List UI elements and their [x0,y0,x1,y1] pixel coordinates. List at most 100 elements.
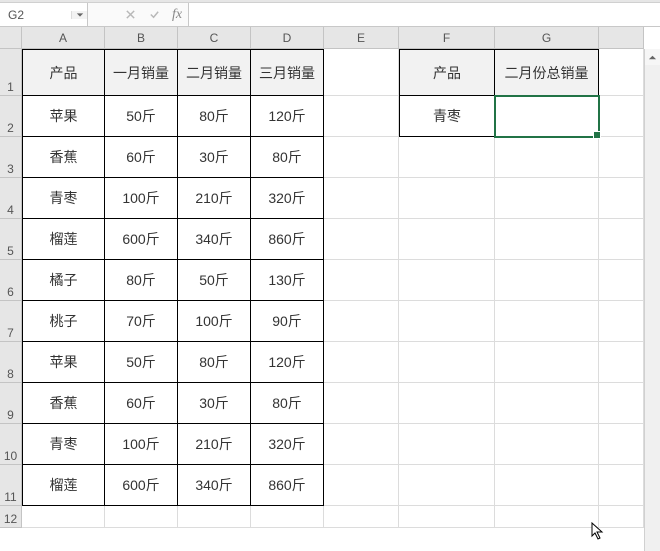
left-table-cell[interactable]: 香蕉 [22,137,105,178]
selected-cell[interactable] [495,96,599,137]
left-table-cell[interactable]: 苹果 [22,342,105,383]
cell[interactable] [599,96,644,137]
left-table-cell[interactable]: 320斤 [251,178,324,219]
left-table-cell[interactable]: 860斤 [251,219,324,260]
left-table-cell[interactable]: 桃子 [22,301,105,342]
cell[interactable] [324,506,399,528]
cell[interactable] [251,506,324,528]
cell[interactable] [495,260,599,301]
column-header[interactable]: C [178,27,251,49]
left-table-cell[interactable]: 70斤 [105,301,178,342]
cell[interactable] [324,301,399,342]
right-table-cell[interactable]: 青枣 [399,96,495,137]
left-table-cell[interactable]: 90斤 [251,301,324,342]
left-table-header[interactable]: 产品 [22,49,105,96]
cell[interactable] [495,178,599,219]
left-table-cell[interactable]: 50斤 [105,96,178,137]
left-table-cell[interactable]: 600斤 [105,465,178,506]
name-box[interactable]: G2 [0,3,88,26]
right-table-header[interactable]: 二月份总销量 [495,49,599,96]
cell[interactable] [324,260,399,301]
vertical-scrollbar[interactable] [644,49,660,551]
left-table-cell[interactable]: 80斤 [178,96,251,137]
left-table-cell[interactable]: 130斤 [251,260,324,301]
left-table-cell[interactable]: 600斤 [105,219,178,260]
column-header[interactable]: A [22,27,105,49]
fx-label[interactable]: fx [166,7,188,23]
cell[interactable] [22,506,105,528]
column-header[interactable]: D [251,27,324,49]
cell[interactable] [399,219,495,260]
left-table-cell[interactable]: 320斤 [251,424,324,465]
column-header[interactable]: F [399,27,495,49]
cell[interactable] [178,506,251,528]
name-box-dropdown[interactable] [71,11,87,19]
row-header[interactable]: 6 [0,260,22,301]
left-table-cell[interactable]: 210斤 [178,178,251,219]
left-table-header[interactable]: 一月销量 [105,49,178,96]
cell[interactable] [599,383,644,424]
left-table-header[interactable]: 三月销量 [251,49,324,96]
cell[interactable] [324,383,399,424]
cell[interactable] [105,506,178,528]
cell[interactable] [324,96,399,137]
cell[interactable] [399,301,495,342]
left-table-cell[interactable]: 青枣 [22,178,105,219]
cell[interactable] [599,465,644,506]
left-table-cell[interactable]: 340斤 [178,465,251,506]
row-header[interactable]: 5 [0,219,22,260]
column-header[interactable]: G [495,27,599,49]
row-header[interactable]: 2 [0,96,22,137]
select-all-corner[interactable] [0,27,22,49]
cell[interactable] [495,301,599,342]
right-table-header[interactable]: 产品 [399,49,495,96]
left-table-cell[interactable]: 100斤 [178,301,251,342]
cell[interactable] [599,137,644,178]
left-table-cell[interactable]: 100斤 [105,178,178,219]
cell[interactable] [599,342,644,383]
cell[interactable] [495,465,599,506]
cell[interactable] [399,465,495,506]
row-header[interactable]: 1 [0,49,22,96]
left-table-cell[interactable]: 榴莲 [22,219,105,260]
cell[interactable] [399,424,495,465]
row-header[interactable]: 11 [0,465,22,506]
column-header[interactable]: B [105,27,178,49]
cell[interactable] [324,342,399,383]
cell[interactable] [324,49,399,96]
left-table-cell[interactable]: 80斤 [178,342,251,383]
cell[interactable] [324,465,399,506]
cell[interactable] [324,219,399,260]
left-table-cell[interactable]: 80斤 [251,137,324,178]
row-header[interactable]: 8 [0,342,22,383]
row-header[interactable]: 4 [0,178,22,219]
left-table-cell[interactable]: 340斤 [178,219,251,260]
left-table-cell[interactable]: 30斤 [178,383,251,424]
left-table-cell[interactable]: 60斤 [105,383,178,424]
cell[interactable] [495,383,599,424]
left-table-cell[interactable]: 120斤 [251,96,324,137]
left-table-cell[interactable]: 青枣 [22,424,105,465]
left-table-cell[interactable]: 香蕉 [22,383,105,424]
cell[interactable] [599,424,644,465]
left-table-cell[interactable]: 860斤 [251,465,324,506]
cell[interactable] [399,506,495,528]
cell[interactable] [324,137,399,178]
cell[interactable] [399,260,495,301]
left-table-cell[interactable]: 榴莲 [22,465,105,506]
cell[interactable] [399,383,495,424]
cell[interactable] [495,219,599,260]
cell[interactable] [495,424,599,465]
cell[interactable] [399,342,495,383]
formula-cancel-button[interactable] [118,9,142,20]
cell[interactable] [599,506,644,528]
left-table-cell[interactable]: 210斤 [178,424,251,465]
column-header[interactable]: E [324,27,399,49]
worksheet[interactable]: ABCDEFG1产品一月销量二月销量三月销量产品二月份总销量2苹果50斤80斤1… [0,27,660,551]
cell[interactable] [495,137,599,178]
cell[interactable] [599,219,644,260]
left-table-cell[interactable]: 60斤 [105,137,178,178]
left-table-cell[interactable]: 80斤 [251,383,324,424]
left-table-cell[interactable]: 30斤 [178,137,251,178]
column-header[interactable] [599,27,644,49]
